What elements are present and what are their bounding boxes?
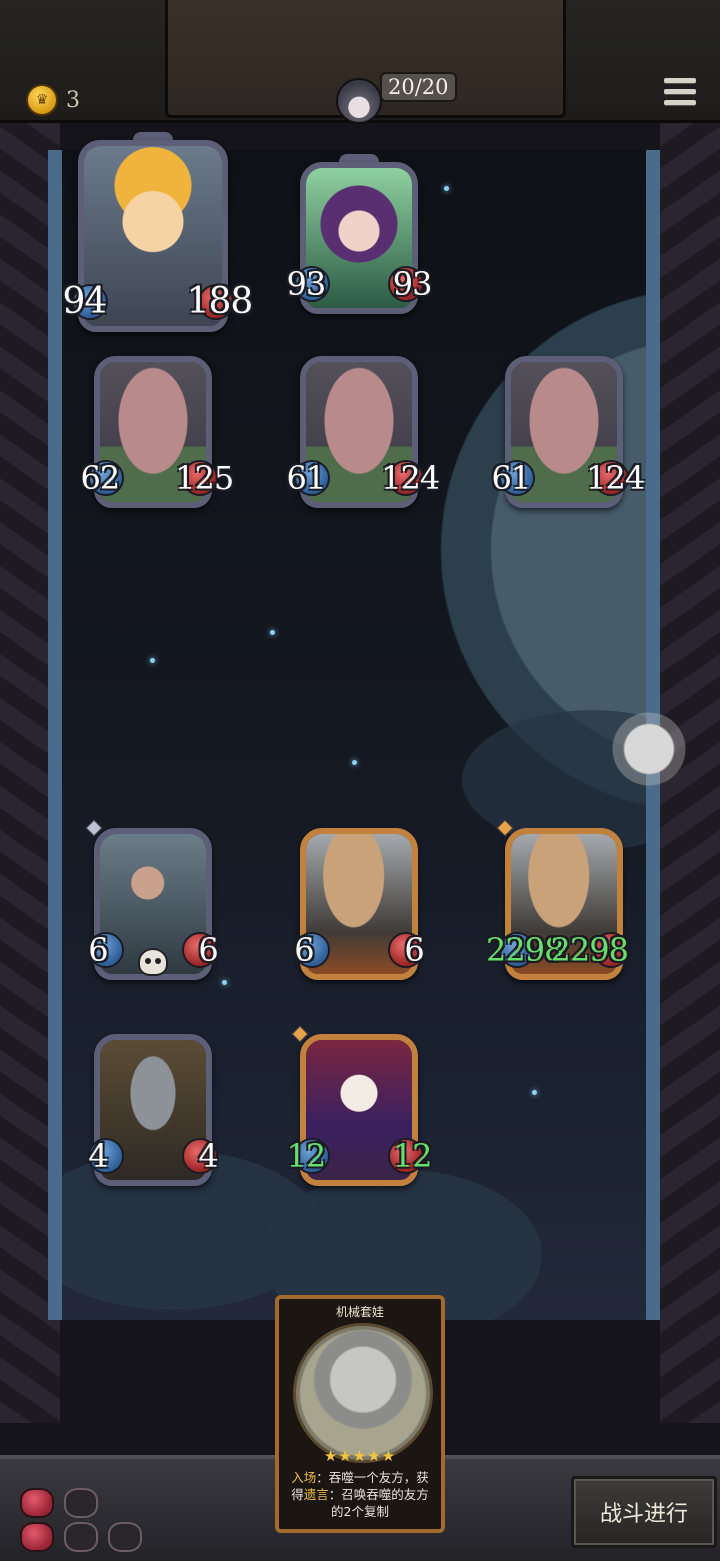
start-battle-button[interactable]: 战斗进行: [571, 1476, 717, 1548]
health-value: 6: [404, 931, 424, 969]
matryoshka-robot-portrait: [293, 1323, 433, 1463]
gold-value: 3: [66, 87, 80, 113]
health-value: 12: [392, 1137, 433, 1175]
enemy-minion-goblin[interactable]: 62 125: [81, 356, 234, 508]
coin-icon: ♛: [26, 84, 58, 116]
heart-empty-icon: [64, 1522, 98, 1552]
heart-icon: [20, 1522, 54, 1552]
attack-value: 93: [286, 265, 327, 303]
hand-card-description: 入场：吞噬一个友方，获得遗言：召唤吞噬的友方的2个复制: [291, 1470, 429, 1519]
heart-empty-icon: [108, 1522, 142, 1552]
player-minion-clown[interactable]: 12 12: [287, 1025, 432, 1186]
enemy-minion-goblin[interactable]: 61 124: [492, 356, 645, 508]
health-value: 6: [198, 931, 218, 969]
player-health[interactable]: 20/20: [336, 72, 457, 124]
attack-value: 6: [294, 931, 314, 969]
hand-card[interactable]: 机械套娃 ★★★★★ 入场：吞噬一个友方，获得遗言：召唤吞噬的友方的2个复制: [275, 1295, 445, 1533]
enemy-minion-goblin[interactable]: 61 124: [287, 356, 440, 508]
health-value: 4: [198, 1137, 218, 1175]
player-minion-mech-pilot[interactable]: 6 6: [85, 819, 219, 980]
attack-value: 12: [286, 1137, 327, 1175]
health-value: 124: [586, 459, 645, 497]
hand-card-title: 机械套娃: [335, 1305, 384, 1319]
enemy-minion-witch[interactable]: 93 93: [287, 154, 432, 314]
attack-value: 94: [62, 281, 107, 322]
attack-value: 6: [88, 931, 108, 969]
attack-value: 62: [80, 459, 121, 497]
enemy-minion-boy[interactable]: 94 188: [62, 132, 253, 332]
health-value: 125: [175, 459, 234, 497]
attack-value: 61: [286, 459, 327, 497]
health-value: 2298: [550, 931, 629, 969]
floating-touch-button[interactable]: [612, 712, 686, 786]
gold-counter: ♛ 3: [26, 84, 80, 116]
deathrattle-skull-icon: [138, 948, 168, 976]
heart-icon: [20, 1488, 54, 1518]
menu-icon[interactable]: [664, 78, 696, 112]
player-minion-zeppelin[interactable]: 6 6: [294, 828, 425, 980]
health-value: 188: [186, 281, 254, 322]
attack-value: 61: [491, 459, 532, 497]
player-minion-tin-robot[interactable]: 4 4: [88, 1034, 219, 1186]
star-rating: ★★★★★: [323, 1447, 397, 1465]
health-value: 93: [392, 265, 433, 303]
heart-empty-icon: [64, 1488, 98, 1518]
player-avatar[interactable]: [336, 78, 382, 124]
player-minion-zeppelin-buffed[interactable]: 2298 2298: [486, 819, 629, 980]
attack-value: 4: [88, 1137, 108, 1175]
health-value: 124: [381, 459, 440, 497]
health-value: 20/20: [380, 72, 457, 102]
